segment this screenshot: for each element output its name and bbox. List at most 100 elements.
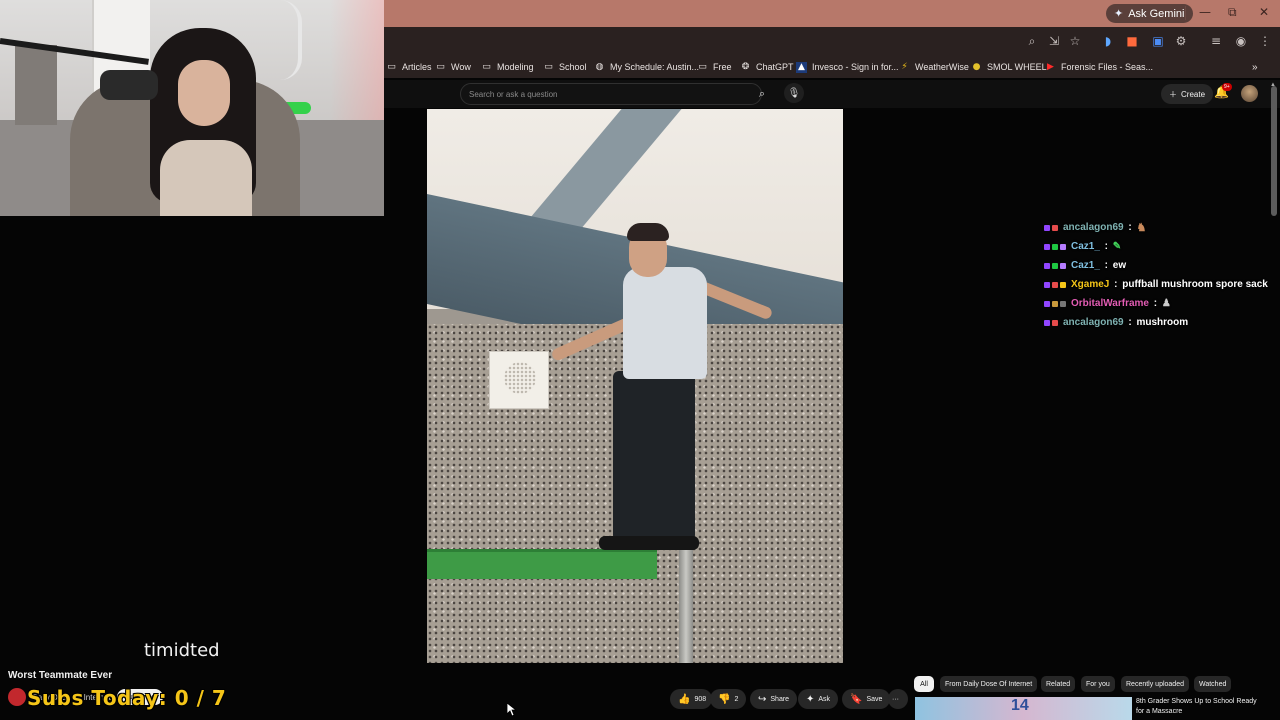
video-speaker-grill: [504, 362, 536, 394]
dislike-button[interactable]: 👎 2: [710, 689, 746, 709]
page-scrollbar[interactable]: [1271, 86, 1277, 216]
chat-colon: :: [1125, 317, 1135, 328]
chat-colon: :: [1125, 222, 1135, 233]
chat-message: XgameJ : puffball mushroom spore sack: [1044, 275, 1280, 294]
chat-text: ew: [1112, 260, 1127, 271]
ask-gemini-label: Ask Gemini: [1128, 7, 1185, 20]
wheel-icon: ●: [972, 62, 981, 72]
bookmark-free[interactable]: ▭ Free: [697, 59, 732, 75]
invesco-icon: ▲: [796, 61, 807, 73]
thumbnail-number: 14: [1011, 697, 1029, 714]
channel-avatar[interactable]: [8, 688, 26, 706]
bookmark-smol-wheel[interactable]: ● SMOL WHEEL: [971, 59, 1047, 75]
install-app-icon[interactable]: ⇲: [1046, 33, 1062, 49]
extensions-puzzle-icon[interactable]: ⚙: [1173, 33, 1189, 49]
related-video-title[interactable]: 8th Grader Shows Up to School Ready for …: [1136, 697, 1266, 717]
bookmark-my-schedule[interactable]: ◍ My Schedule: Austin...: [594, 59, 699, 75]
search-input[interactable]: Search or ask a question: [460, 83, 762, 105]
like-button[interactable]: 👍 908: [670, 689, 712, 709]
extension-orange-icon[interactable]: ■: [1124, 33, 1140, 49]
chat-username: Caz1_: [1071, 241, 1100, 252]
create-button[interactable]: ＋ Create: [1161, 84, 1214, 104]
restore-button[interactable]: ⧉: [1228, 5, 1237, 20]
bookmark-articles[interactable]: ▭ Articles: [386, 59, 432, 75]
bookmark-label: My Schedule: Austin...: [610, 62, 700, 72]
bookmark-weatherwise[interactable]: ⚡ WeatherWise: [899, 59, 969, 75]
chat-text: puffball mushroom spore sack: [1122, 279, 1268, 290]
webcam-microphone: [100, 70, 158, 100]
folder-icon: ▭: [482, 62, 491, 72]
webcam-light-glow: [330, 0, 384, 120]
video-person-shoes: [599, 536, 699, 550]
profile-avatar-icon[interactable]: ◉: [1233, 33, 1249, 49]
chip-from-channel[interactable]: From Daily Dose Of Internet: [940, 676, 1038, 692]
bookmark-school[interactable]: ▭ School: [543, 59, 587, 75]
more-actions-button[interactable]: ···: [888, 689, 908, 709]
webcam-cat-tower: [15, 45, 57, 125]
share-button[interactable]: ↪ Share: [750, 689, 798, 709]
media-controls-icon[interactable]: ≡: [1208, 33, 1224, 49]
badge-icon: [1052, 224, 1058, 231]
badge-icon: [1060, 281, 1066, 288]
emote-icon: ♞: [1136, 222, 1147, 234]
badge-icon: [1052, 262, 1058, 269]
plus-icon: ＋: [1169, 89, 1177, 99]
dislike-count: 2: [734, 695, 739, 703]
search-placeholder: Search or ask a question: [469, 89, 558, 99]
save-button[interactable]: 🔖 Save: [842, 689, 891, 709]
bookmark-wow[interactable]: ▭ Wow: [435, 59, 471, 75]
chat-username: OrbitalWarframe: [1071, 298, 1149, 309]
bookmark-label: Articles: [402, 62, 432, 72]
more-bookmarks-button[interactable]: »: [1252, 59, 1258, 75]
account-avatar[interactable]: [1241, 85, 1258, 102]
badge-icon: [1052, 243, 1058, 250]
close-window-button[interactable]: ✕: [1259, 5, 1269, 19]
chat-message: Caz1_ : ✎: [1044, 237, 1280, 256]
stream-caption: timidted: [144, 640, 220, 661]
extension-window-icon[interactable]: ▣: [1150, 33, 1166, 49]
related-video-thumbnail[interactable]: 14: [915, 697, 1132, 720]
chat-message: OrbitalWarframe : ♟: [1044, 294, 1280, 313]
ask-label: Ask: [818, 695, 831, 703]
bookmark-chatgpt[interactable]: ❂ ChatGPT: [740, 59, 794, 75]
badge-icon: [1044, 319, 1050, 326]
notification-count-badge: 9+: [1222, 83, 1232, 91]
bookmark-label: Free: [713, 62, 732, 72]
bookmark-invesco[interactable]: ▲ Invesco - Sign in for...: [796, 59, 899, 75]
bookmark-forensic-files[interactable]: ▶ Forensic Files - Seas...: [1045, 59, 1153, 75]
globe-icon: ◍: [595, 62, 604, 72]
like-count: 908: [694, 695, 707, 703]
minimize-button[interactable]: —: [1199, 5, 1211, 19]
extension-blue-icon[interactable]: ◗: [1100, 33, 1116, 49]
search-icon[interactable]: ⌕: [754, 86, 770, 102]
bookmark-star-icon[interactable]: ☆: [1067, 33, 1083, 49]
ask-gemini-button[interactable]: ✦ Ask Gemini: [1106, 4, 1194, 23]
emote-icon: ♟: [1161, 298, 1171, 309]
subs-today-overlay: Subs Today: 0 / 7: [27, 686, 227, 710]
chat-username: Caz1_: [1071, 260, 1100, 271]
microphone-icon[interactable]: 🎙: [784, 83, 804, 103]
screen: ✦ Ask Gemini — ⧉ ✕ ⌕ ⇲ ☆ ◗ ■ ▣ ⚙ ≡ ◉ ⋮ ▭…: [0, 0, 1280, 720]
chip-recently-uploaded[interactable]: Recently uploaded: [1121, 676, 1189, 692]
badge-icon: [1044, 281, 1050, 288]
chip-all[interactable]: All: [914, 676, 934, 692]
create-label: Create: [1181, 89, 1206, 99]
chat-username: ancalagon69: [1063, 222, 1124, 233]
video-speaker-box: [489, 351, 549, 409]
ask-button[interactable]: ✦ Ask: [798, 689, 839, 709]
chip-for-you[interactable]: For you: [1081, 676, 1115, 692]
chip-watched[interactable]: Watched: [1194, 676, 1232, 692]
save-label: Save: [866, 695, 883, 703]
bookmark-modeling[interactable]: ▭ Modeling: [481, 59, 533, 75]
video-player[interactable]: [427, 109, 843, 663]
weather-icon: ⚡: [901, 62, 908, 72]
browser-menu-icon[interactable]: ⋮: [1257, 33, 1273, 49]
video-person-shirt: [623, 267, 707, 379]
thumbs-up-icon: 👍: [678, 693, 691, 705]
bookmark-label: School: [559, 62, 587, 72]
webcam-streamer-body: [160, 140, 252, 216]
badge-icon: [1044, 300, 1050, 307]
chip-related[interactable]: Related: [1041, 676, 1076, 692]
zoom-icon[interactable]: ⌕: [1024, 33, 1040, 49]
chat-text: mushroom: [1136, 317, 1189, 328]
